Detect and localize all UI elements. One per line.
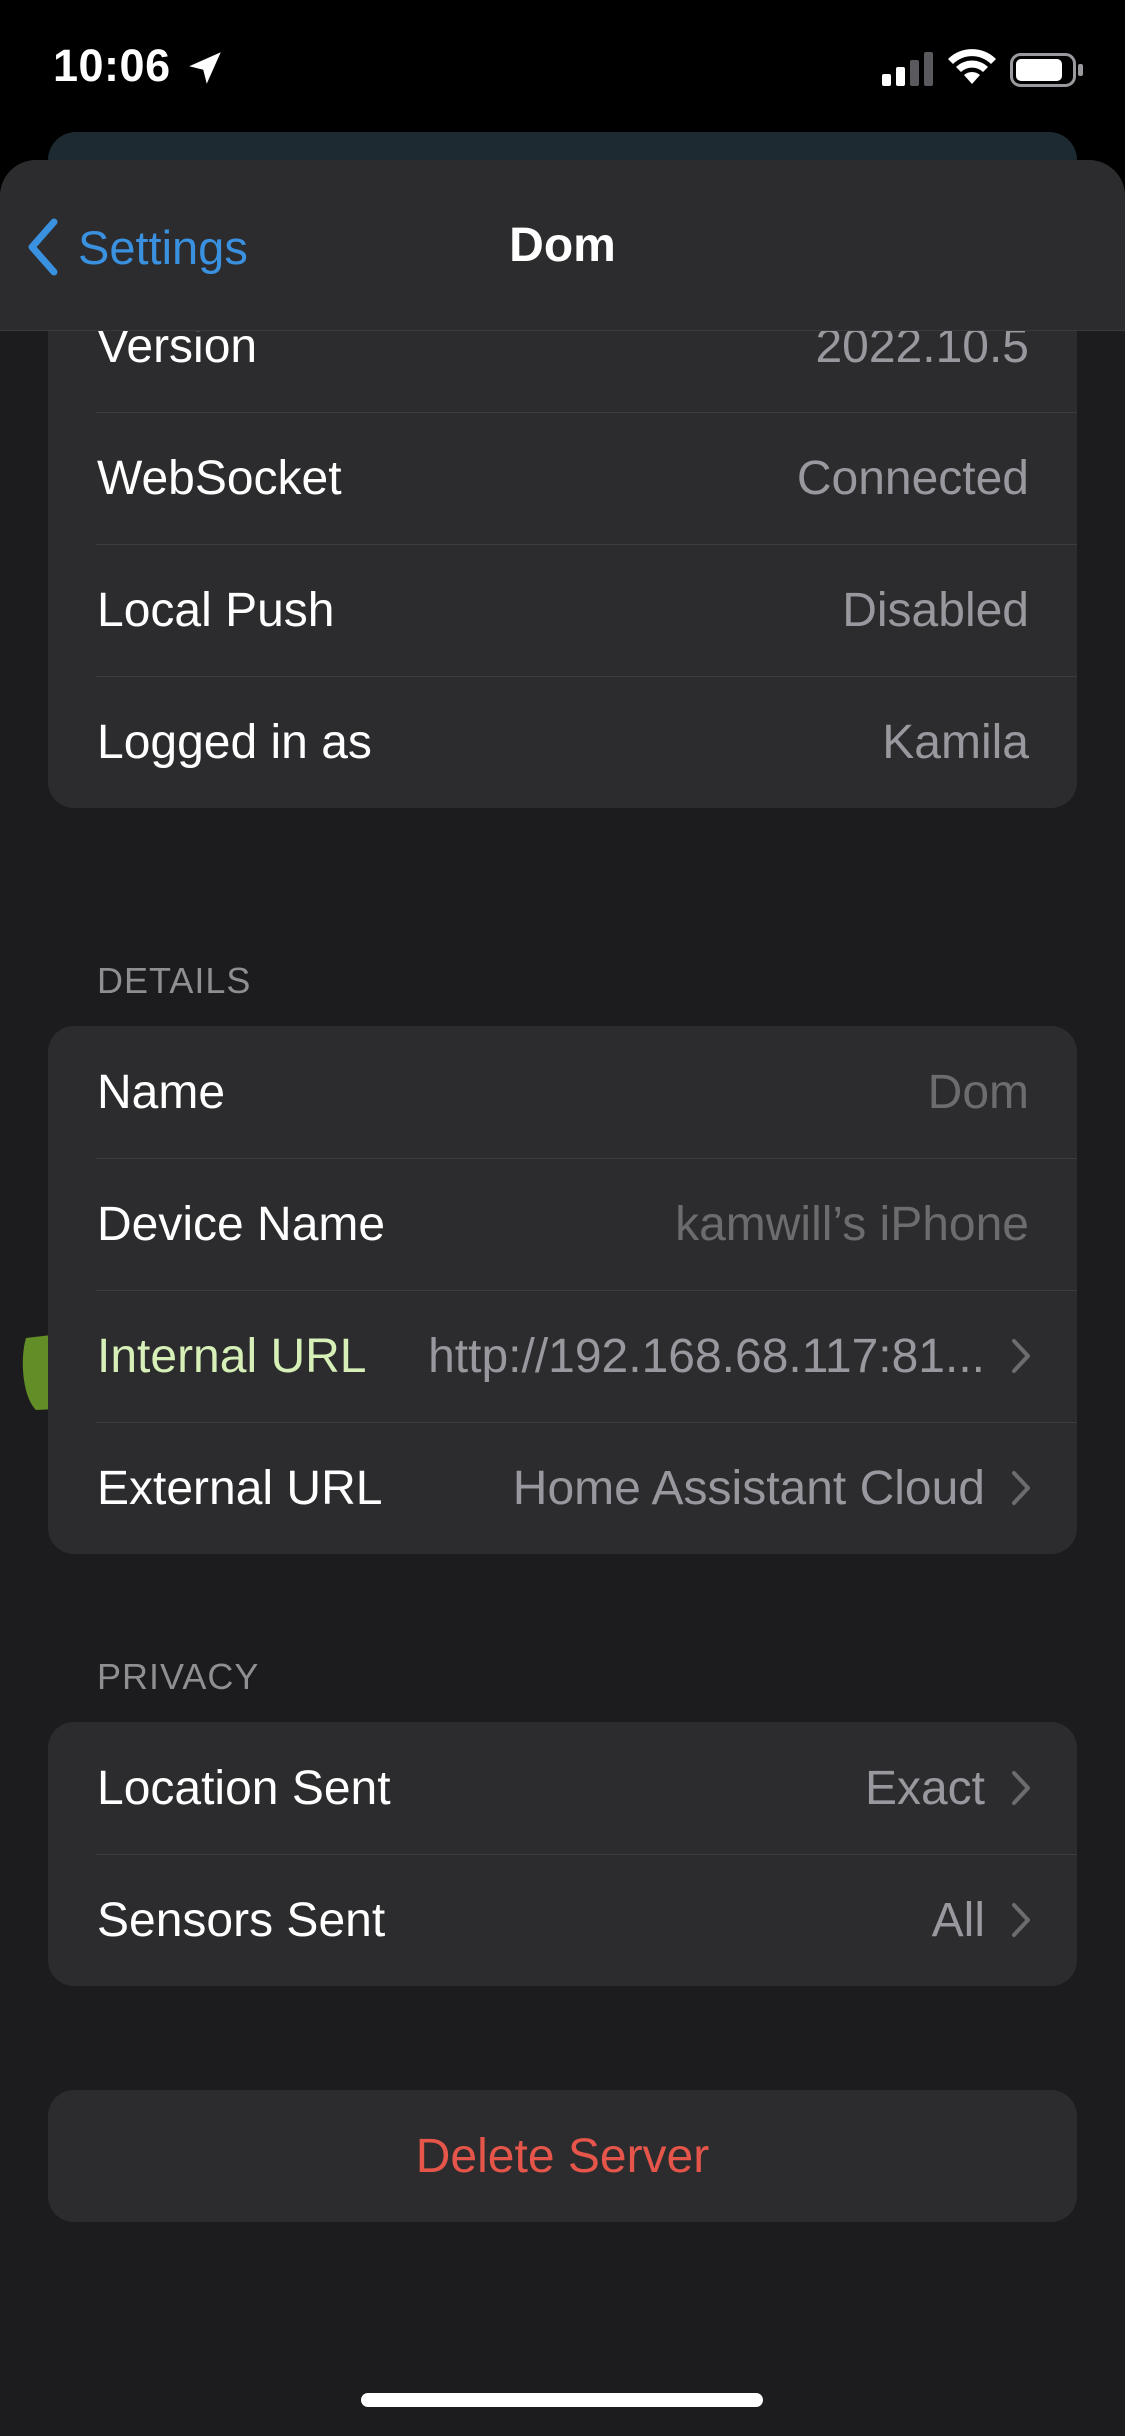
chevron-right-icon <box>1012 1471 1030 1505</box>
websocket-row: WebSocket Connected <box>48 412 1077 544</box>
row-label: WebSocket <box>97 451 342 505</box>
row-value: All <box>931 1893 985 1947</box>
external-url-row[interactable]: External URL Home Assistant Cloud <box>48 1422 1077 1554</box>
page-title: Dom <box>509 219 616 272</box>
row-label: Sensors Sent <box>97 1893 386 1947</box>
name-field[interactable]: Dom <box>928 1065 1029 1120</box>
name-row[interactable]: Name Dom <box>48 1026 1077 1158</box>
row-label: Logged in as <box>97 715 372 769</box>
row-value: Connected <box>796 451 1029 505</box>
row-label: Location Sent <box>97 1761 391 1815</box>
status-time: 10:06 <box>53 40 171 91</box>
row-label: Device Name <box>97 1197 386 1251</box>
device-name-row[interactable]: Device Name kamwill’s iPhone <box>48 1158 1077 1290</box>
info-group: Version 2022.10.5 WebSocket Connected Lo… <box>48 280 1077 808</box>
logged-in-as-row: Logged in as Kamila <box>48 676 1077 808</box>
home-indicator[interactable] <box>361 2393 763 2407</box>
row-label: Internal URL <box>97 1329 367 1383</box>
row-value: http://192.168.68.117:81... <box>428 1329 985 1383</box>
sensors-sent-row[interactable]: Sensors Sent All <box>48 1854 1077 1986</box>
row-label: Name <box>97 1065 226 1119</box>
row-value: Disabled <box>842 583 1029 637</box>
device-name-field[interactable]: kamwill’s iPhone <box>675 1197 1029 1252</box>
privacy-group: Location Sent Exact Sensors Sent All <box>48 1722 1077 1986</box>
local-push-row: Local Push Disabled <box>48 544 1077 676</box>
row-value: Kamila <box>882 715 1029 769</box>
row-label: Local Push <box>97 583 335 637</box>
row-value: Exact <box>864 1761 985 1815</box>
status-bar: 10:06 <box>0 0 1125 150</box>
privacy-section-header: PRIVACY <box>97 1656 260 1697</box>
chevron-right-icon <box>1012 1339 1030 1373</box>
internal-url-row[interactable]: Internal URL http://192.168.68.117:81... <box>48 1290 1077 1422</box>
details-section-header: DETAILS <box>97 960 252 1001</box>
row-label: External URL <box>97 1461 383 1515</box>
settings-sheet: Settings Dom Version 2022.10.5 WebSocket… <box>0 160 1125 2436</box>
delete-server-button[interactable]: Delete Server <box>48 2090 1077 2222</box>
row-value: Home Assistant Cloud <box>512 1461 985 1515</box>
chevron-right-icon <box>1012 1771 1030 1805</box>
location-sent-row[interactable]: Location Sent Exact <box>48 1722 1077 1854</box>
cellular-signal-icon <box>882 52 933 86</box>
location-arrow-icon <box>189 52 221 84</box>
navigation-bar: Settings Dom <box>0 160 1125 331</box>
wifi-icon <box>948 49 996 84</box>
chevron-right-icon <box>1012 1903 1030 1937</box>
battery-icon <box>1010 53 1083 87</box>
details-group: Name Dom Device Name kamwill’s iPhone In… <box>48 1026 1077 1554</box>
